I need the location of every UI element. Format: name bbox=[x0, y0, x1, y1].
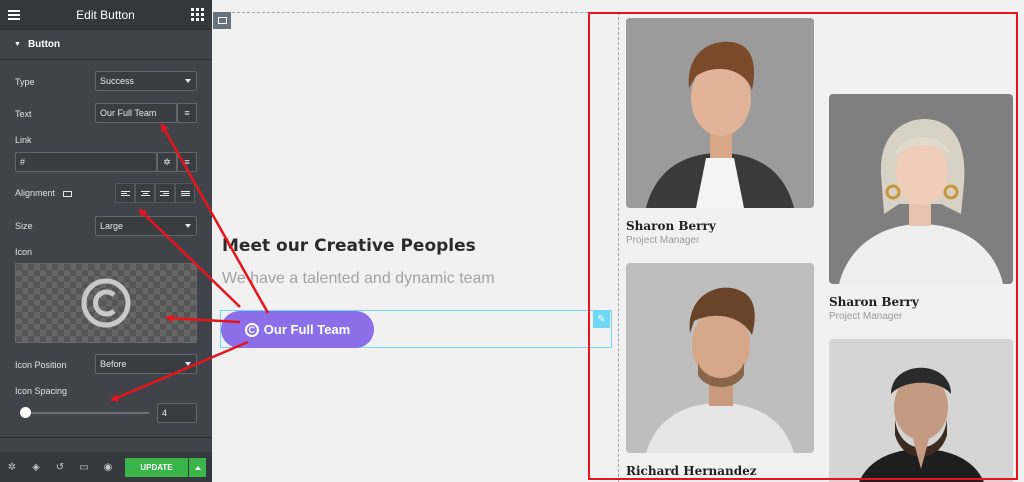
alignment-buttons bbox=[115, 183, 195, 203]
update-options-chevron-up-icon[interactable] bbox=[189, 458, 206, 477]
annotation-highlight-box bbox=[588, 12, 1018, 480]
section-subtext: We have a talented and dynamic team bbox=[222, 270, 495, 287]
preview-eye-icon[interactable]: ◉ bbox=[102, 462, 114, 473]
alignment-label-text: Alignment bbox=[15, 188, 56, 198]
icon-spacing-slider-track[interactable] bbox=[25, 412, 149, 414]
text-input[interactable]: Our Full Team bbox=[95, 103, 177, 123]
section-button[interactable]: ▼ Button bbox=[0, 30, 212, 60]
dynamic-tags-icon[interactable]: ≡ bbox=[177, 103, 197, 123]
icon-spacing-label: Icon Spacing bbox=[15, 386, 68, 396]
divider bbox=[0, 437, 212, 438]
dropdown-arrow-icon bbox=[185, 224, 191, 228]
icon-spacing-slider-handle[interactable] bbox=[20, 407, 31, 418]
icon-position-select[interactable]: Before bbox=[95, 354, 197, 374]
icon-position-label: Icon Position bbox=[15, 360, 67, 370]
type-select[interactable]: Success bbox=[95, 71, 197, 91]
icon-label: Icon bbox=[15, 247, 33, 257]
size-select[interactable]: Large bbox=[95, 216, 197, 236]
align-justify-icon[interactable] bbox=[175, 183, 195, 203]
icon-picker[interactable] bbox=[15, 263, 197, 343]
panel-title: Edit Button bbox=[76, 7, 135, 22]
alignment-label: Alignment bbox=[15, 188, 72, 198]
layers-icon[interactable]: ◈ bbox=[30, 462, 42, 473]
desktop-icon[interactable] bbox=[62, 190, 72, 197]
column-handle-icon[interactable] bbox=[213, 12, 231, 29]
type-label: Type bbox=[15, 77, 35, 87]
menu-icon[interactable] bbox=[8, 8, 20, 22]
align-left-icon[interactable] bbox=[115, 183, 135, 203]
link-input[interactable]: # bbox=[15, 152, 157, 172]
text-label: Text bbox=[15, 109, 32, 119]
our-full-team-label: Our Full Team bbox=[263, 322, 351, 337]
panel-header: Edit Button bbox=[0, 0, 212, 30]
section-heading: Meet our Creative Peoples bbox=[222, 236, 476, 256]
copyright-icon: C bbox=[244, 322, 259, 337]
size-label: Size bbox=[15, 221, 33, 231]
text-value: Our Full Team bbox=[100, 108, 157, 118]
column-outline-top bbox=[232, 12, 618, 13]
link-value: # bbox=[20, 157, 26, 167]
link-dynamic-tags-icon[interactable]: ≡ bbox=[177, 152, 197, 172]
icon-spacing-input[interactable]: 4 bbox=[157, 403, 197, 423]
history-icon[interactable]: ↺ bbox=[54, 462, 66, 473]
responsive-desktop-icon[interactable]: ▭ bbox=[78, 462, 90, 473]
editor-panel: Edit Button ▼ Button Type Success Text O… bbox=[0, 0, 212, 482]
section-title-label: Button bbox=[27, 39, 61, 50]
icon-spacing-value: 4 bbox=[162, 408, 168, 418]
our-full-team-button[interactable]: C Our Full Team bbox=[221, 311, 374, 348]
copyright-icon bbox=[81, 278, 131, 328]
dropdown-arrow-icon bbox=[185, 79, 191, 83]
type-value: Success bbox=[100, 76, 135, 86]
widgets-grid-icon[interactable] bbox=[191, 8, 204, 21]
caret-down-icon: ▼ bbox=[14, 41, 21, 48]
link-settings-gear-icon[interactable]: ✲ bbox=[157, 152, 177, 172]
align-right-icon[interactable] bbox=[155, 183, 175, 203]
dropdown-arrow-icon bbox=[185, 362, 191, 366]
update-button[interactable]: UPDATE bbox=[125, 458, 188, 477]
icon-position-value: Before bbox=[100, 359, 127, 369]
size-value: Large bbox=[100, 221, 124, 231]
link-label: Link bbox=[15, 135, 32, 145]
align-center-icon[interactable] bbox=[135, 183, 155, 203]
settings-gear-icon[interactable]: ✲ bbox=[6, 462, 18, 473]
